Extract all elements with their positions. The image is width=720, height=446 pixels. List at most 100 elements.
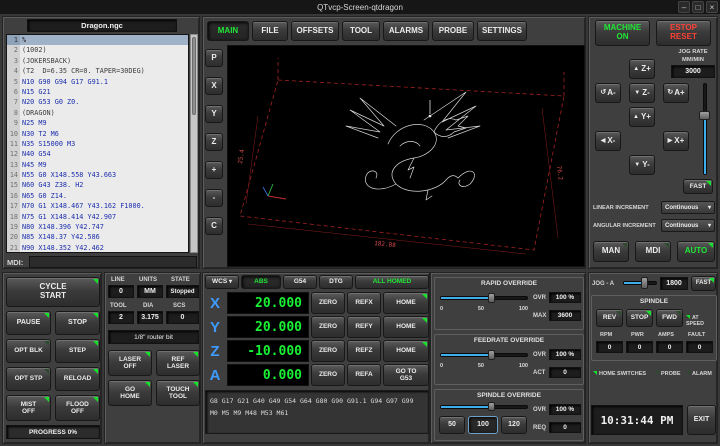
zero-y-button[interactable]: ZERO: [311, 316, 345, 338]
home-z-button[interactable]: HOME: [383, 340, 429, 362]
laser-button[interactable]: LASER OFF: [108, 350, 152, 376]
spindle-rev-button[interactable]: REV: [596, 309, 623, 327]
gcode-line[interactable]: 3(JOKERSBACK): [7, 56, 188, 66]
ref-y-button[interactable]: REFY: [347, 316, 381, 338]
gcode-line[interactable]: 9N25 M9: [7, 118, 188, 128]
ref-a-button[interactable]: REFA: [347, 364, 381, 386]
gcode-line[interactable]: 19N80 X148.396 Y42.747: [7, 222, 188, 232]
jog-z-plus-button[interactable]: ▲Z+: [629, 59, 655, 79]
tab-probe[interactable]: PROBE: [432, 21, 474, 41]
linear-increment-select[interactable]: Continuous ▾: [661, 201, 715, 214]
gcode-line[interactable]: 7N20 G53 G0 Z0.: [7, 97, 188, 107]
zoom-out-button[interactable]: -: [205, 189, 223, 207]
reload-button[interactable]: RELOAD: [55, 367, 100, 391]
zero-a-button[interactable]: ZERO: [311, 364, 345, 386]
close-button[interactable]: ×: [706, 1, 718, 13]
gcode-line[interactable]: 8(DRAGON): [7, 108, 188, 118]
tab-settings[interactable]: SETTINGS: [477, 21, 527, 41]
gcode-line[interactable]: 10N30 T2 M6: [7, 129, 188, 139]
pause-button[interactable]: PAUSE: [6, 311, 51, 335]
ref-laser-button[interactable]: REF LASER: [156, 350, 200, 376]
mdi-input[interactable]: [29, 256, 197, 268]
gcode-scrollbar[interactable]: [190, 34, 198, 253]
view-clear-button[interactable]: C: [205, 217, 223, 235]
jog-rate-slider[interactable]: [699, 83, 710, 175]
view-x-button[interactable]: X: [205, 77, 223, 95]
tab-file[interactable]: FILE: [252, 21, 288, 41]
spindle-ovr-100-button[interactable]: 100: [468, 416, 498, 434]
wcs-select[interactable]: WCS ▾: [205, 275, 239, 289]
gcode-line[interactable]: 6N15 G21: [7, 87, 188, 97]
go-to-g53-button[interactable]: GO TO G53: [383, 364, 429, 386]
gcode-line[interactable]: 17N70 G1 X148.467 Y43.162 F1000.: [7, 201, 188, 211]
jog-a-fast-button[interactable]: FAST: [691, 276, 716, 291]
zoom-in-button[interactable]: +: [205, 161, 223, 179]
tab-main[interactable]: MAIN: [207, 21, 249, 41]
gcode-line[interactable]: 2(1002): [7, 45, 188, 55]
tab-tool[interactable]: TOOL: [342, 21, 380, 41]
jog-a-plus-button[interactable]: ↻A+: [663, 83, 689, 103]
ref-z-button[interactable]: REFZ: [347, 340, 381, 362]
ref-x-button[interactable]: REFX: [347, 292, 381, 314]
maximize-button[interactable]: □: [692, 1, 704, 13]
jog-z-minus-button[interactable]: ▼Z-: [629, 83, 655, 103]
gcode-line[interactable]: 14N55 G0 X148.558 Y43.663: [7, 170, 188, 180]
tab-offsets[interactable]: OFFSETS: [291, 21, 339, 41]
opt-stp-button[interactable]: OPT STP: [6, 367, 51, 391]
spindle-ovr-120-button[interactable]: 120: [501, 416, 527, 434]
step-button[interactable]: STEP: [55, 339, 100, 363]
spindle-fwd-button[interactable]: FWD: [656, 309, 683, 327]
gremlin-preview[interactable]: 25.4 182.88 76.2: [227, 45, 585, 267]
gcode-line[interactable]: 18N75 G1 X148.414 Y42.907: [7, 212, 188, 222]
spindle-stop-button[interactable]: STOP: [626, 309, 653, 327]
zero-x-button[interactable]: ZERO: [311, 292, 345, 314]
gcode-line[interactable]: 13N45 M9: [7, 160, 188, 170]
tab-alarms[interactable]: ALARMS: [383, 21, 429, 41]
jog-fast-button[interactable]: FAST: [683, 179, 713, 194]
home-x-button[interactable]: HOME: [383, 292, 429, 314]
gcode-line[interactable]: 12N40 G54: [7, 149, 188, 159]
gcode-scrollbar-thumb[interactable]: [192, 37, 196, 115]
preview-canvas[interactable]: 25.4 182.88 76.2: [228, 46, 584, 266]
touch-tool-button[interactable]: TOUCH TOOL: [156, 380, 200, 406]
mode-man-button[interactable]: MAN: [593, 241, 629, 262]
view-y-button[interactable]: Y: [205, 105, 223, 123]
gcode-line[interactable]: 5N10 G90 G94 G17 G91.1: [7, 77, 188, 87]
rapid-override-slider[interactable]: [440, 293, 528, 303]
gcode-line[interactable]: 11N35 S15000 M3: [7, 139, 188, 149]
jog-a-slider[interactable]: [623, 277, 657, 289]
jog-x-plus-button[interactable]: ▶X+: [663, 131, 689, 151]
jog-y-plus-button[interactable]: ▲Y+: [629, 107, 655, 127]
view-p-button[interactable]: P: [205, 49, 223, 67]
jog-x-minus-button[interactable]: ◀X-: [595, 131, 621, 151]
machine-on-button[interactable]: MACHINE ON: [595, 20, 650, 46]
mode-mdi-button[interactable]: MDI: [635, 241, 671, 262]
zero-z-button[interactable]: ZERO: [311, 340, 345, 362]
cycle-start-button[interactable]: CYCLE START: [6, 277, 100, 307]
gcode-line[interactable]: 16N65 G0 Z14.: [7, 191, 188, 201]
minimize-button[interactable]: –: [678, 1, 690, 13]
jog-a-minus-button[interactable]: ↺A-: [595, 83, 621, 103]
go-home-button[interactable]: GO HOME: [108, 380, 152, 406]
g54-button[interactable]: G54: [283, 275, 317, 289]
spindle-ovr-50-button[interactable]: 50: [439, 416, 465, 434]
jog-y-minus-button[interactable]: ▼Y-: [629, 155, 655, 175]
gcode-line[interactable]: 4(T2 D=6.35 CR=0. TAPER=30DEG): [7, 66, 188, 76]
estop-reset-button[interactable]: ESTOP RESET: [656, 20, 711, 46]
stop-button[interactable]: STOP: [55, 311, 100, 335]
abs-button[interactable]: ABS: [241, 275, 281, 289]
flood-button[interactable]: FLOOD OFF: [55, 395, 100, 421]
spindle-override-slider[interactable]: [440, 402, 528, 411]
dtg-button[interactable]: DTG: [319, 275, 353, 289]
home-y-button[interactable]: HOME: [383, 316, 429, 338]
gcode-line[interactable]: 21N90 X148.352 Y42.462: [7, 243, 188, 253]
mode-auto-button[interactable]: AUTO: [677, 241, 715, 262]
gcode-line[interactable]: 1%: [7, 35, 188, 45]
gcode-line[interactable]: 15N60 G43 Z38. H2: [7, 180, 188, 190]
exit-button[interactable]: EXIT: [687, 405, 716, 435]
opt-blk-button[interactable]: OPT BLK: [6, 339, 51, 363]
view-z-button[interactable]: Z: [205, 133, 223, 151]
feed-override-slider[interactable]: [440, 350, 528, 360]
mist-button[interactable]: MIST OFF: [6, 395, 51, 421]
gcode-line[interactable]: 20N85 X148.37 Y42.586: [7, 232, 188, 242]
